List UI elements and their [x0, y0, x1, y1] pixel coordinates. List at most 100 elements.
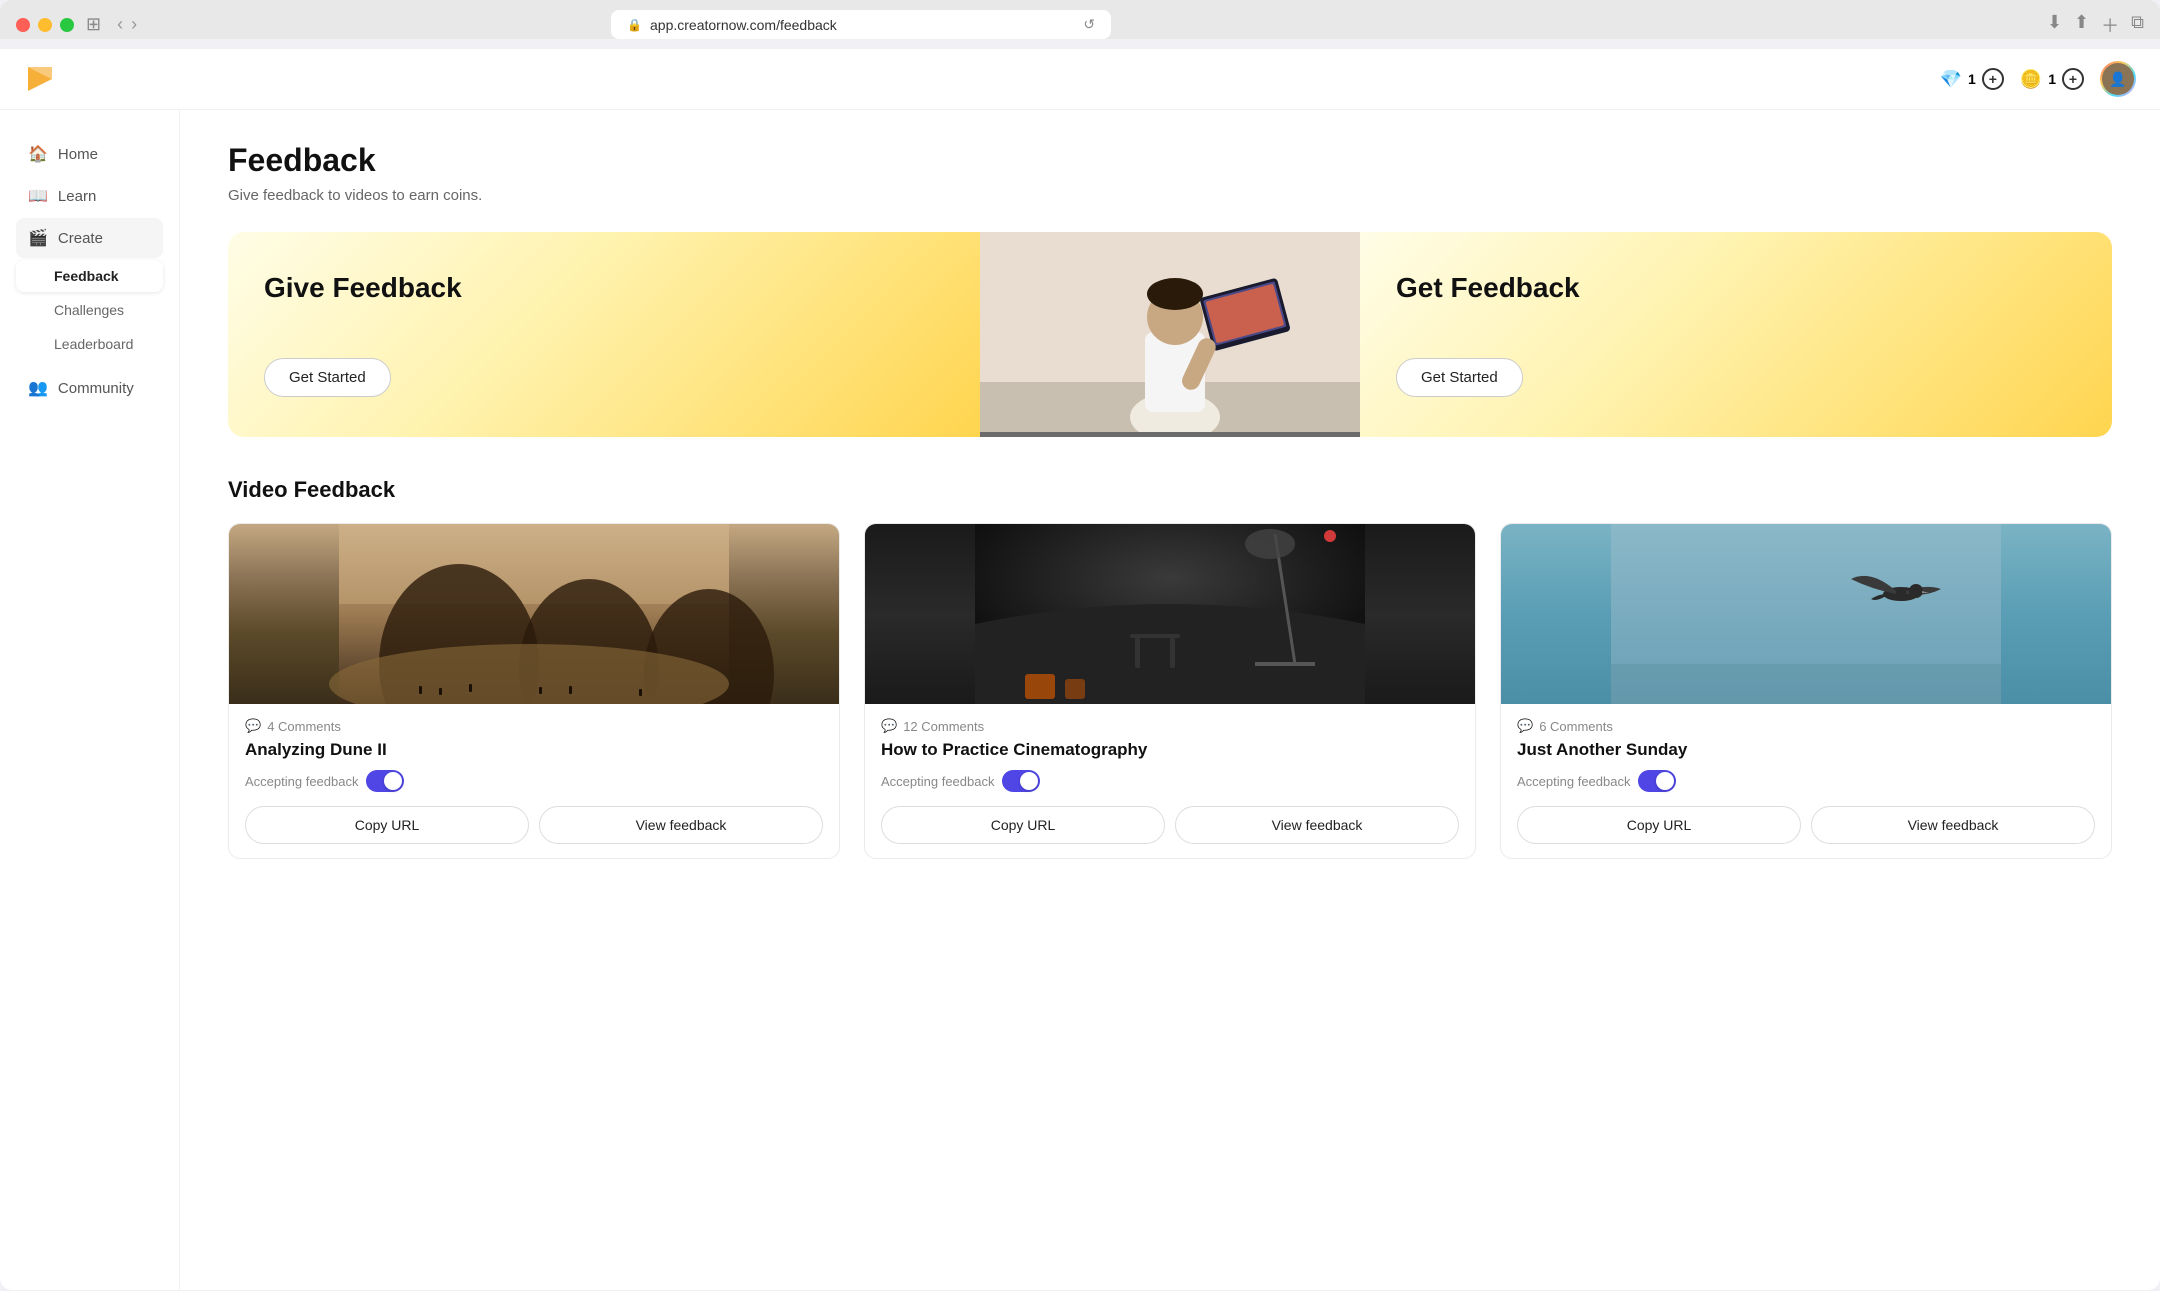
avatar-image: 👤 [2102, 63, 2134, 95]
comment-count-3: 6 Comments [1539, 719, 1613, 734]
hero-section: Give Feedback Get Started [228, 232, 2112, 437]
community-icon: 👥 [28, 378, 48, 398]
download-icon[interactable]: ⬇ [2047, 12, 2062, 38]
view-feedback-btn-3[interactable]: View feedback [1811, 806, 2095, 844]
logo-icon [24, 63, 56, 95]
sidebar: 🏠 Home 📖 Learn 🎬 Create Feedback Challen… [0, 110, 180, 1290]
gem-badge: 💎 1 + [1940, 68, 2004, 90]
video-comments-3: 💬 6 Comments [1517, 718, 2095, 734]
video-info-2: 💬 12 Comments How to Practice Cinematogr… [865, 704, 1475, 858]
forward-button[interactable]: › [131, 14, 137, 35]
app-header: 💎 1 + 🪙 1 + 👤 [0, 49, 2160, 110]
toggle-label-3: Accepting feedback [1517, 774, 1630, 789]
comment-count-2: 12 Comments [903, 719, 984, 734]
video-thumb-3 [1501, 524, 2111, 704]
video-toggle-1: Accepting feedback [245, 770, 823, 792]
comment-icon-1: 💬 [245, 718, 261, 734]
page-subtitle: Give feedback to videos to earn coins. [228, 187, 2112, 204]
hero-center-image [980, 232, 1360, 437]
video-info-3: 💬 6 Comments Just Another Sunday Accepti… [1501, 704, 2111, 858]
sidebar-sub-challenges[interactable]: Challenges [16, 294, 163, 326]
tabs-icon[interactable]: ⧉ [2131, 12, 2144, 38]
main-content: Feedback Give feedback to videos to earn… [180, 110, 2160, 1290]
app-logo [24, 63, 56, 95]
sidebar-sub-leaderboard[interactable]: Leaderboard [16, 328, 163, 360]
browser-actions: ⬇ ⬆ ＋ ⧉ [2047, 12, 2144, 38]
video-grid: 💬 4 Comments Analyzing Dune II Accepting… [228, 523, 2112, 859]
minimize-button[interactable] [38, 18, 52, 32]
create-icon: 🎬 [28, 228, 48, 248]
sidebar-sub-feedback[interactable]: Feedback [16, 260, 163, 292]
video-comments-2: 💬 12 Comments [881, 718, 1459, 734]
sidebar-toggle-icon[interactable]: ⊞ [86, 14, 101, 35]
sidebar-item-home[interactable]: 🏠 Home [16, 134, 163, 174]
learn-icon: 📖 [28, 186, 48, 206]
video-card-2: 💬 12 Comments How to Practice Cinematogr… [864, 523, 1476, 859]
sidebar-item-community-label: Community [58, 380, 134, 397]
toggle-switch-3[interactable] [1638, 770, 1676, 792]
sidebar-item-create[interactable]: 🎬 Create [16, 218, 163, 258]
video-actions-3: Copy URL View feedback [1517, 806, 2095, 844]
copy-url-btn-1[interactable]: Copy URL [245, 806, 529, 844]
video-section-title: Video Feedback [228, 477, 2112, 503]
traffic-lights [16, 18, 74, 32]
browser-nav: ‹ › [117, 14, 137, 35]
comment-icon-3: 💬 [1517, 718, 1533, 734]
view-feedback-btn-1[interactable]: View feedback [539, 806, 823, 844]
gem-count: 1 [1968, 71, 1976, 87]
lock-icon: 🔒 [627, 18, 642, 32]
video-thumb-1 [229, 524, 839, 704]
video-actions-1: Copy URL View feedback [245, 806, 823, 844]
coin-count: 1 [2048, 71, 2056, 87]
close-button[interactable] [16, 18, 30, 32]
video-thumb-2 [865, 524, 1475, 704]
video-card-3: 💬 6 Comments Just Another Sunday Accepti… [1500, 523, 2112, 859]
get-feedback-card: Get Feedback Get Started [1360, 232, 2112, 437]
address-bar[interactable]: 🔒 app.creatornow.com/feedback ↺ [611, 10, 1111, 39]
sidebar-item-home-label: Home [58, 146, 98, 163]
gem-icon: 💎 [1940, 69, 1962, 90]
video-title-3: Just Another Sunday [1517, 740, 2095, 760]
toggle-label-1: Accepting feedback [245, 774, 358, 789]
share-icon[interactable]: ⬆ [2074, 12, 2089, 38]
comment-count-1: 4 Comments [267, 719, 341, 734]
give-feedback-btn[interactable]: Get Started [264, 358, 391, 397]
video-actions-2: Copy URL View feedback [881, 806, 1459, 844]
sidebar-item-create-label: Create [58, 230, 103, 247]
maximize-button[interactable] [60, 18, 74, 32]
reload-button[interactable]: ↺ [1083, 16, 1095, 33]
add-coin-button[interactable]: + [2062, 68, 2084, 90]
video-title-2: How to Practice Cinematography [881, 740, 1459, 760]
copy-url-btn-3[interactable]: Copy URL [1517, 806, 1801, 844]
main-layout: 🏠 Home 📖 Learn 🎬 Create Feedback Challen… [0, 110, 2160, 1290]
give-feedback-card: Give Feedback Get Started [228, 232, 980, 437]
back-button[interactable]: ‹ [117, 14, 123, 35]
copy-url-btn-2[interactable]: Copy URL [881, 806, 1165, 844]
url-text: app.creatornow.com/feedback [650, 17, 837, 33]
coin-icon: 🪙 [2020, 69, 2042, 90]
video-title-1: Analyzing Dune II [245, 740, 823, 760]
get-feedback-btn[interactable]: Get Started [1396, 358, 1523, 397]
view-feedback-btn-2[interactable]: View feedback [1175, 806, 1459, 844]
sidebar-item-learn-label: Learn [58, 188, 96, 205]
toggle-label-2: Accepting feedback [881, 774, 994, 789]
new-tab-icon[interactable]: ＋ [2101, 12, 2119, 38]
header-actions: 💎 1 + 🪙 1 + 👤 [1940, 61, 2136, 97]
video-toggle-3: Accepting feedback [1517, 770, 2095, 792]
coin-badge: 🪙 1 + [2020, 68, 2084, 90]
video-comments-1: 💬 4 Comments [245, 718, 823, 734]
video-info-1: 💬 4 Comments Analyzing Dune II Accepting… [229, 704, 839, 858]
toggle-switch-1[interactable] [366, 770, 404, 792]
video-toggle-2: Accepting feedback [881, 770, 1459, 792]
toggle-switch-2[interactable] [1002, 770, 1040, 792]
sidebar-item-community[interactable]: 👥 Community [16, 368, 163, 408]
home-icon: 🏠 [28, 144, 48, 164]
comment-icon-2: 💬 [881, 718, 897, 734]
get-feedback-title: Get Feedback [1396, 272, 2076, 304]
page-title: Feedback [228, 142, 2112, 179]
avatar[interactable]: 👤 [2100, 61, 2136, 97]
sidebar-item-learn[interactable]: 📖 Learn [16, 176, 163, 216]
add-gem-button[interactable]: + [1982, 68, 2004, 90]
give-feedback-title: Give Feedback [264, 272, 944, 304]
video-card-1: 💬 4 Comments Analyzing Dune II Accepting… [228, 523, 840, 859]
